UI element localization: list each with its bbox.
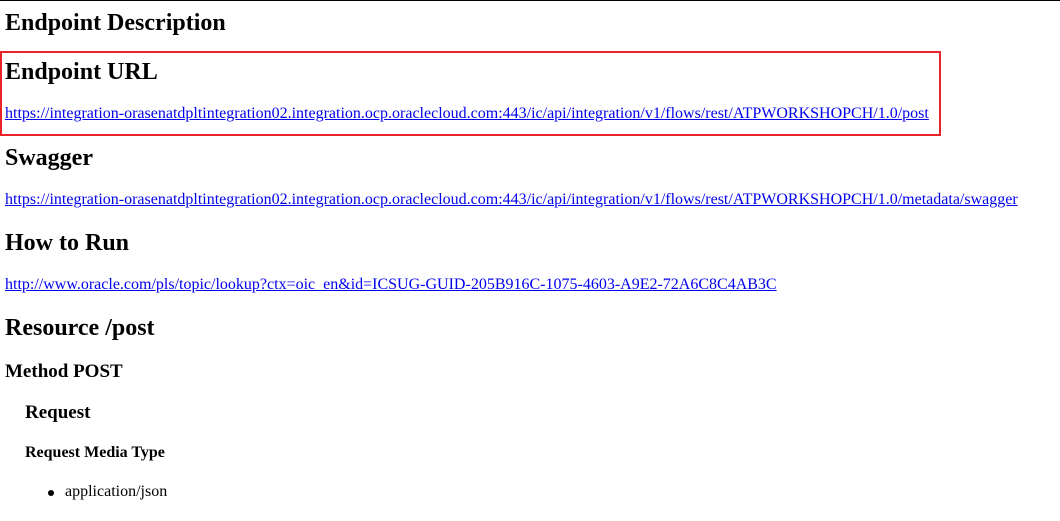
swagger-link[interactable]: https://integration-orasenatdpltintegrat…	[5, 190, 1018, 210]
media-type-item: application/json	[65, 483, 168, 500]
heading-request-media-type: Request Media Type	[25, 444, 165, 461]
heading-resource: Resource /post	[5, 315, 155, 341]
heading-method: Method POST	[5, 361, 123, 382]
endpoint-url-link[interactable]: https://integration-orasenatdpltintegrat…	[5, 104, 929, 124]
heading-endpoint-url: Endpoint URL	[5, 59, 158, 85]
heading-how-to-run: How to Run	[5, 230, 130, 256]
how-to-run-link[interactable]: http://www.oracle.com/pls/topic/lookup?c…	[5, 275, 777, 295]
bullet-icon	[48, 490, 54, 496]
top-border	[0, 0, 1060, 1]
heading-swagger: Swagger	[5, 145, 93, 171]
heading-request: Request	[25, 402, 91, 423]
heading-endpoint-description: Endpoint Description	[5, 10, 226, 36]
